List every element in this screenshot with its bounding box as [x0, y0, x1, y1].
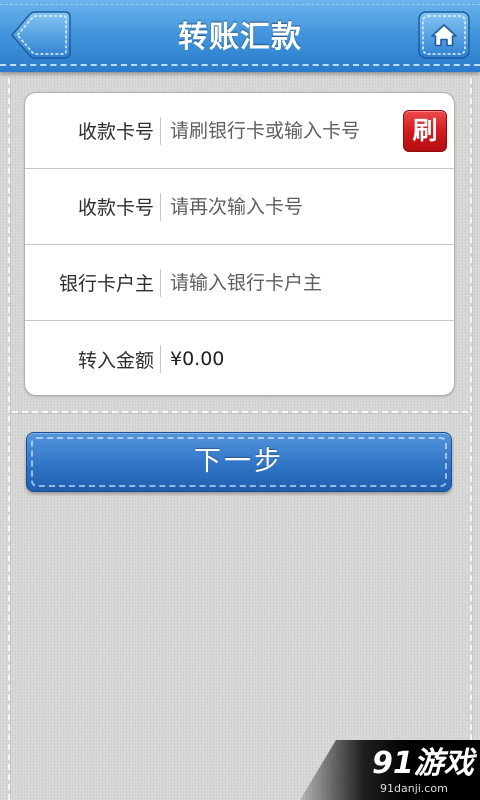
field-divider [160, 345, 161, 373]
right-stitch-line [470, 78, 472, 800]
home-button[interactable] [418, 11, 470, 59]
next-step-button[interactable]: 下一步 [26, 432, 452, 492]
form-row-account-holder: 银行卡户主 [25, 245, 454, 321]
transfer-form-card: 收款卡号 刷 收款卡号 银行卡户主 转入金额 [24, 92, 455, 396]
card-number-input[interactable] [170, 119, 403, 142]
header-top-stitch-line [0, 4, 480, 5]
header-bar: 转账汇款 [0, 0, 480, 72]
field-divider [160, 192, 161, 221]
page-title: 转账汇款 [178, 20, 302, 55]
card-number-label: 收款卡号 [77, 121, 154, 143]
field-divider [160, 268, 161, 297]
home-button-frame[interactable] [418, 11, 470, 59]
section-stitch-line [12, 411, 468, 413]
confirm-card-number-label: 收款卡号 [77, 197, 154, 219]
watermark-site: 91danji.com [380, 782, 448, 795]
field-divider [160, 116, 161, 145]
account-holder-input[interactable] [170, 271, 454, 294]
form-row-amount: 转入金额 [25, 321, 454, 395]
amount-input[interactable] [170, 348, 454, 370]
left-stitch-line [8, 78, 10, 800]
form-row-confirm-card-number: 收款卡号 [25, 169, 454, 245]
watermark-logo: 91游戏 [372, 746, 474, 781]
confirm-card-number-input[interactable] [170, 195, 454, 218]
header-bottom-stitch-line [0, 64, 480, 66]
screen: 转账汇款 收款卡号 刷 [0, 0, 480, 800]
form-row-card-number: 收款卡号 刷 [25, 93, 454, 169]
account-holder-label: 银行卡户主 [58, 273, 154, 295]
swipe-card-button[interactable]: 刷 [403, 109, 447, 152]
amount-label: 转入金额 [77, 349, 154, 372]
